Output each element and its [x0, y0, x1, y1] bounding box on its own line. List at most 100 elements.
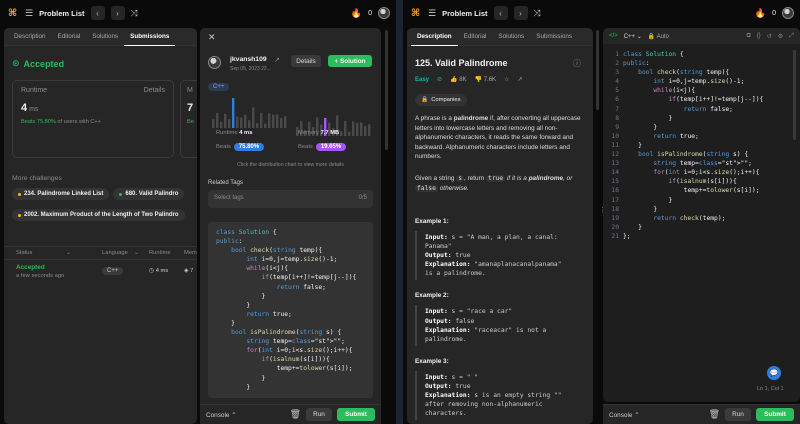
distribution-bar [216, 113, 219, 128]
trash-icon[interactable]: 🗑 [290, 409, 301, 420]
chevron-up-icon: ⌃ [634, 411, 640, 419]
leetcode-logo-icon[interactable]: ⌘ [6, 7, 19, 20]
challenge-chip[interactable]: 2002. Maximum Product of the Length of T… [12, 209, 185, 221]
tab-solutions[interactable]: Solutions [86, 28, 124, 46]
like-button[interactable]: 👍 8K [450, 76, 467, 83]
avatar[interactable] [782, 7, 794, 19]
submit-button[interactable]: Submit [337, 408, 375, 421]
companies-chip[interactable]: 🔒 Companies [415, 94, 467, 106]
problem-list-title[interactable]: Problem List [39, 9, 84, 18]
vertical-scrollbar[interactable] [385, 30, 388, 150]
row-runtime: ◷ 4 ms [149, 268, 169, 274]
distribution-bar [224, 113, 227, 128]
tab-submissions[interactable]: Submissions [124, 28, 176, 46]
reset-icon[interactable]: ↺ [767, 33, 772, 40]
challenge-row-2: 2002. Maximum Product of the Length of T… [12, 209, 185, 221]
info-icon[interactable]: ⓘ [573, 58, 581, 69]
runtime-label: Runtime [21, 87, 48, 94]
example-title: Example 2: [415, 292, 449, 300]
trash-icon[interactable]: 🗑 [709, 409, 720, 420]
tab-editorial[interactable]: Editorial [458, 28, 493, 46]
tab-description[interactable]: Description [411, 28, 458, 46]
solved-check-icon: ⊘ [437, 77, 443, 83]
challenge-row-1: 234. Palindrome Linked List 680. Valid P… [12, 188, 185, 200]
check-circle-icon: ⊛ [12, 58, 20, 68]
close-icon[interactable]: ✕ [208, 32, 216, 43]
distribution-hint: Click the distribution chart to view mor… [237, 162, 344, 168]
avatar[interactable] [378, 7, 390, 19]
vertical-scrollbar[interactable] [596, 30, 599, 110]
distribution-bar [212, 119, 215, 128]
row-status[interactable]: Accepted [16, 264, 45, 271]
line-numbers: 1 2 3 4 5 6 7 8 9 10 11 12 13 14 15 16 1… [611, 51, 619, 240]
language-selector[interactable]: C++ ⌄ [624, 33, 642, 40]
distribution-bar [340, 131, 343, 136]
console-toggle[interactable]: Console ⌃ [206, 411, 237, 419]
challenge-chip[interactable]: 680. Valid Palindro [113, 188, 185, 200]
next-problem-icon[interactable]: › [513, 6, 528, 20]
details-button[interactable]: Details [291, 55, 321, 67]
submission-code-block[interactable]: class Solution { public: bool check(stri… [208, 222, 373, 398]
tab-editorial[interactable]: Editorial [52, 28, 87, 46]
challenge-chip[interactable]: 234. Palindrome Linked List [12, 188, 110, 200]
col-language[interactable]: Language [102, 250, 128, 256]
run-button[interactable]: Run [725, 408, 751, 421]
tags-select[interactable]: Select tags 0/5 [208, 190, 373, 208]
problem-title[interactable]: 125. Valid Palindrome [415, 58, 508, 68]
distribution-bar [352, 121, 355, 136]
submission-detail-panel: ✕ jkvansh109 ↗ Sep 05, 2023 22... Detail… [200, 28, 381, 424]
streak-count: 0 [368, 9, 372, 17]
prev-problem-icon[interactable]: ‹ [493, 6, 508, 20]
submissions-panel: Description Editorial Solutions Submissi… [4, 28, 197, 424]
share-icon[interactable]: ↗ [517, 76, 522, 83]
problem-list-title[interactable]: Problem List [442, 9, 487, 18]
difficulty-dot [18, 213, 21, 217]
username[interactable]: jkvansh109 [230, 56, 267, 63]
prev-problem-icon[interactable]: ‹ [90, 6, 105, 20]
details-link[interactable]: Details [144, 87, 165, 94]
submit-button[interactable]: Submit [756, 408, 794, 421]
distribution-bar [244, 114, 247, 128]
shuffle-icon[interactable]: ⤨ [131, 8, 138, 19]
run-button[interactable]: Run [306, 408, 332, 421]
col-language-arrow-icon[interactable]: ⌄ [134, 250, 139, 256]
solution-button[interactable]: + Solution [328, 55, 372, 67]
user-avatar[interactable] [208, 56, 221, 69]
braces-icon[interactable]: {} [757, 33, 761, 39]
star-icon[interactable]: ☆ [504, 76, 509, 83]
editor-scrollbar[interactable] [793, 50, 796, 140]
leetcode-logo-icon[interactable]: ⌘ [409, 7, 422, 20]
editor-panel: </> C++ ⌄ 🔒 Auto ⧉ {} ↺ ⚙ ⤢ 1 2 3 4 5 6 … [603, 28, 800, 402]
col-runtime[interactable]: Runtime [149, 250, 171, 256]
more-challenges-title: More challenges [12, 175, 62, 182]
dislike-button[interactable]: 👎 7.6K [475, 76, 497, 83]
bookmark-icon[interactable]: ⧉ [746, 33, 750, 40]
settings-icon[interactable]: ⚙ [778, 33, 783, 40]
example-block: Input: s = "A man, a plan, a canal: Panam… [415, 231, 587, 281]
fullscreen-icon[interactable]: ⤢ [789, 33, 794, 40]
memory-card[interactable]: M 7 Be [180, 80, 197, 158]
col-memory[interactable]: Mem [184, 250, 197, 256]
console-toggle[interactable]: Console ⌃ [609, 411, 640, 419]
memory-stat: Memory 7.7 MB [298, 130, 340, 136]
auto-toggle[interactable]: 🔒 Auto [648, 33, 669, 40]
list-icon[interactable]: ☰ [428, 8, 436, 19]
col-status[interactable]: Status [16, 250, 32, 256]
fire-icon: 🔥 [754, 7, 767, 18]
difficulty-label: Easy [415, 76, 430, 83]
col-status-arrow-icon[interactable]: ⌄ [66, 250, 71, 256]
next-problem-icon[interactable]: › [110, 6, 125, 20]
tab-submissions[interactable]: Submissions [530, 28, 578, 46]
share-icon[interactable]: ↗ [274, 56, 280, 64]
runtime-card[interactable]: Runtime Details 4 ms Beats 75.80% of use… [12, 80, 174, 158]
chat-icon[interactable]: 💬 [767, 366, 781, 380]
shuffle-icon[interactable]: ⤨ [534, 8, 541, 19]
list-icon[interactable]: ☰ [25, 8, 33, 19]
problem-paragraph-2: Given a string s, return true if it is a… [415, 175, 573, 192]
chevron-up-icon: ⌃ [231, 411, 237, 419]
example-title: Example 1: [415, 218, 449, 225]
table-row[interactable]: Accepted a few seconds ago C++ ◷ 4 ms ◈ … [4, 262, 197, 284]
tab-solutions[interactable]: Solutions [492, 28, 530, 46]
code-editor[interactable]: class Solution { public: bool check(stri… [623, 50, 763, 241]
tab-description[interactable]: Description [8, 28, 52, 46]
